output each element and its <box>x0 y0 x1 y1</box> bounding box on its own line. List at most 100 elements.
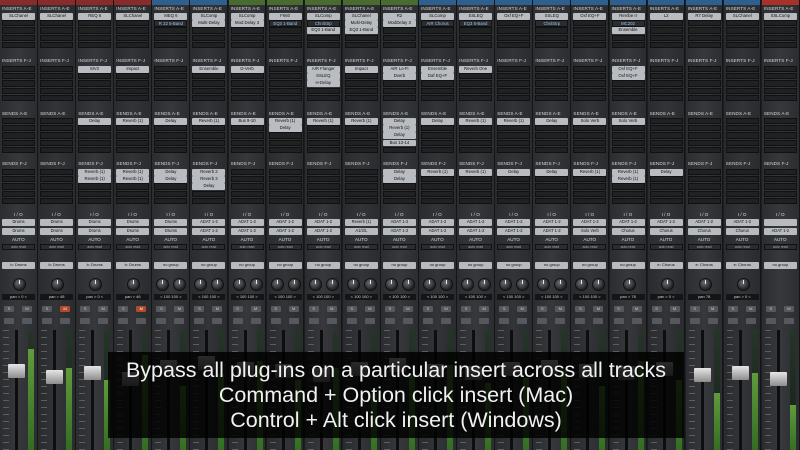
insert-plugin[interactable]: MV2 <box>78 66 112 73</box>
empty-insert-slot[interactable] <box>382 34 416 41</box>
empty-send-slot[interactable] <box>459 176 493 183</box>
empty-insert-slot[interactable] <box>2 66 35 73</box>
empty-send-slot[interactable] <box>154 183 188 190</box>
empty-insert-slot[interactable] <box>40 34 74 41</box>
empty-send-slot[interactable] <box>725 197 759 204</box>
empty-insert-slot[interactable] <box>2 41 35 48</box>
empty-send-slot[interactable] <box>192 190 226 197</box>
empty-insert-slot[interactable] <box>573 80 607 87</box>
empty-send-slot[interactable] <box>230 132 264 139</box>
empty-insert-slot[interactable] <box>763 66 797 73</box>
input-selector[interactable]: ADAT 1-2 <box>192 219 226 226</box>
insert-plugin[interactable]: D-Verb <box>230 66 264 73</box>
record-button[interactable] <box>80 318 91 324</box>
pan-knob-left[interactable] <box>232 278 246 291</box>
insert-plugin[interactable]: F660 <box>268 13 302 20</box>
empty-send-slot[interactable] <box>763 139 797 146</box>
empty-insert-slot[interactable] <box>192 87 226 94</box>
automation-mode-selector[interactable]: auto read <box>497 244 531 250</box>
solo-button[interactable]: S <box>689 306 700 312</box>
group-selector[interactable]: e: Chorus <box>687 262 721 269</box>
empty-insert-slot[interactable] <box>192 73 226 80</box>
group-selector[interactable]: no group <box>306 262 340 269</box>
output-selector[interactable]: Chorus <box>649 228 683 235</box>
empty-send-slot[interactable] <box>763 125 797 132</box>
empty-send-slot[interactable] <box>459 190 493 197</box>
record-button[interactable] <box>308 318 319 324</box>
empty-send-slot[interactable] <box>40 125 74 132</box>
insert-plugin[interactable]: Ensemble <box>611 27 645 34</box>
empty-send-slot[interactable] <box>421 197 455 204</box>
empty-send-slot[interactable] <box>535 132 569 139</box>
empty-send-slot[interactable] <box>687 176 721 183</box>
empty-send-slot[interactable] <box>192 139 226 146</box>
automation-mode-selector[interactable]: auto read <box>421 244 455 250</box>
empty-send-slot[interactable] <box>268 146 302 153</box>
volume-fader[interactable] <box>46 370 64 384</box>
empty-send-slot[interactable] <box>78 132 112 139</box>
record-button[interactable] <box>118 318 129 324</box>
automation-mode-selector[interactable]: auto read <box>459 244 493 250</box>
send-slot[interactable]: Delay <box>268 125 302 132</box>
input-monitor-button[interactable] <box>707 318 718 324</box>
empty-insert-slot[interactable] <box>230 94 264 101</box>
volume-fader[interactable] <box>769 372 787 386</box>
mute-button[interactable]: M <box>98 306 109 312</box>
empty-insert-slot[interactable] <box>459 94 493 101</box>
empty-send-slot[interactable] <box>192 146 226 153</box>
empty-send-slot[interactable] <box>78 139 112 146</box>
empty-insert-slot[interactable] <box>40 66 74 73</box>
empty-insert-slot[interactable] <box>268 94 302 101</box>
input-selector[interactable]: ADAT 1-2 <box>459 219 493 226</box>
empty-send-slot[interactable] <box>725 183 759 190</box>
solo-button[interactable]: S <box>651 306 662 312</box>
empty-send-slot[interactable] <box>573 125 607 132</box>
send-slot[interactable]: Reverb (1) <box>573 169 607 176</box>
send-slot[interactable]: Delay <box>78 118 112 125</box>
empty-insert-slot[interactable] <box>497 34 531 41</box>
empty-send-slot[interactable] <box>611 190 645 197</box>
send-slot[interactable]: Solo Verb <box>573 118 607 125</box>
empty-insert-slot[interactable] <box>421 34 455 41</box>
empty-send-slot[interactable] <box>154 190 188 197</box>
empty-send-slot[interactable] <box>116 183 150 190</box>
empty-insert-slot[interactable] <box>763 73 797 80</box>
empty-insert-slot[interactable] <box>459 41 493 48</box>
insert-plugin[interactable]: SLChanel <box>344 13 378 20</box>
group-selector[interactable]: no group <box>382 262 416 269</box>
solo-button[interactable]: S <box>575 306 586 312</box>
output-selector[interactable]: ADAT 1-2 <box>421 228 455 235</box>
group-selector[interactable]: no group <box>421 262 455 269</box>
group-selector[interactable]: b: Drums <box>116 262 150 269</box>
insert-plugin[interactable]: SLComp <box>421 13 455 20</box>
send-slot[interactable]: Reverb 2 <box>192 169 226 176</box>
empty-insert-slot[interactable] <box>78 20 112 27</box>
empty-send-slot[interactable] <box>573 132 607 139</box>
empty-insert-slot[interactable] <box>154 27 188 34</box>
pan-knob[interactable] <box>127 278 141 291</box>
solo-button[interactable]: S <box>346 306 357 312</box>
record-button[interactable] <box>537 318 548 324</box>
empty-insert-slot[interactable] <box>649 20 683 27</box>
group-selector[interactable]: no group <box>763 262 797 269</box>
empty-insert-slot[interactable] <box>192 34 226 41</box>
empty-send-slot[interactable] <box>306 169 340 176</box>
insert-plugin[interactable]: Dverb <box>382 73 416 80</box>
empty-insert-slot[interactable] <box>535 27 569 34</box>
empty-send-slot[interactable] <box>344 176 378 183</box>
group-selector[interactable]: no group <box>154 262 188 269</box>
empty-send-slot[interactable] <box>649 190 683 197</box>
empty-send-slot[interactable] <box>611 197 645 204</box>
empty-insert-slot[interactable] <box>687 41 721 48</box>
empty-insert-slot[interactable] <box>497 20 531 27</box>
empty-insert-slot[interactable] <box>649 87 683 94</box>
insert-plugin[interactable]: SLComp <box>306 13 340 20</box>
send-slot[interactable]: Delay <box>382 132 416 139</box>
empty-send-slot[interactable] <box>2 197 35 204</box>
send-slot[interactable]: Reverb (1) <box>611 176 645 183</box>
send-slot[interactable]: Reverb (1) <box>382 125 416 132</box>
automation-mode-selector[interactable]: auto read <box>687 244 721 250</box>
send-slot[interactable]: Delay <box>535 169 569 176</box>
insert-plugin[interactable]: Ensemble <box>192 66 226 73</box>
empty-send-slot[interactable] <box>230 183 264 190</box>
